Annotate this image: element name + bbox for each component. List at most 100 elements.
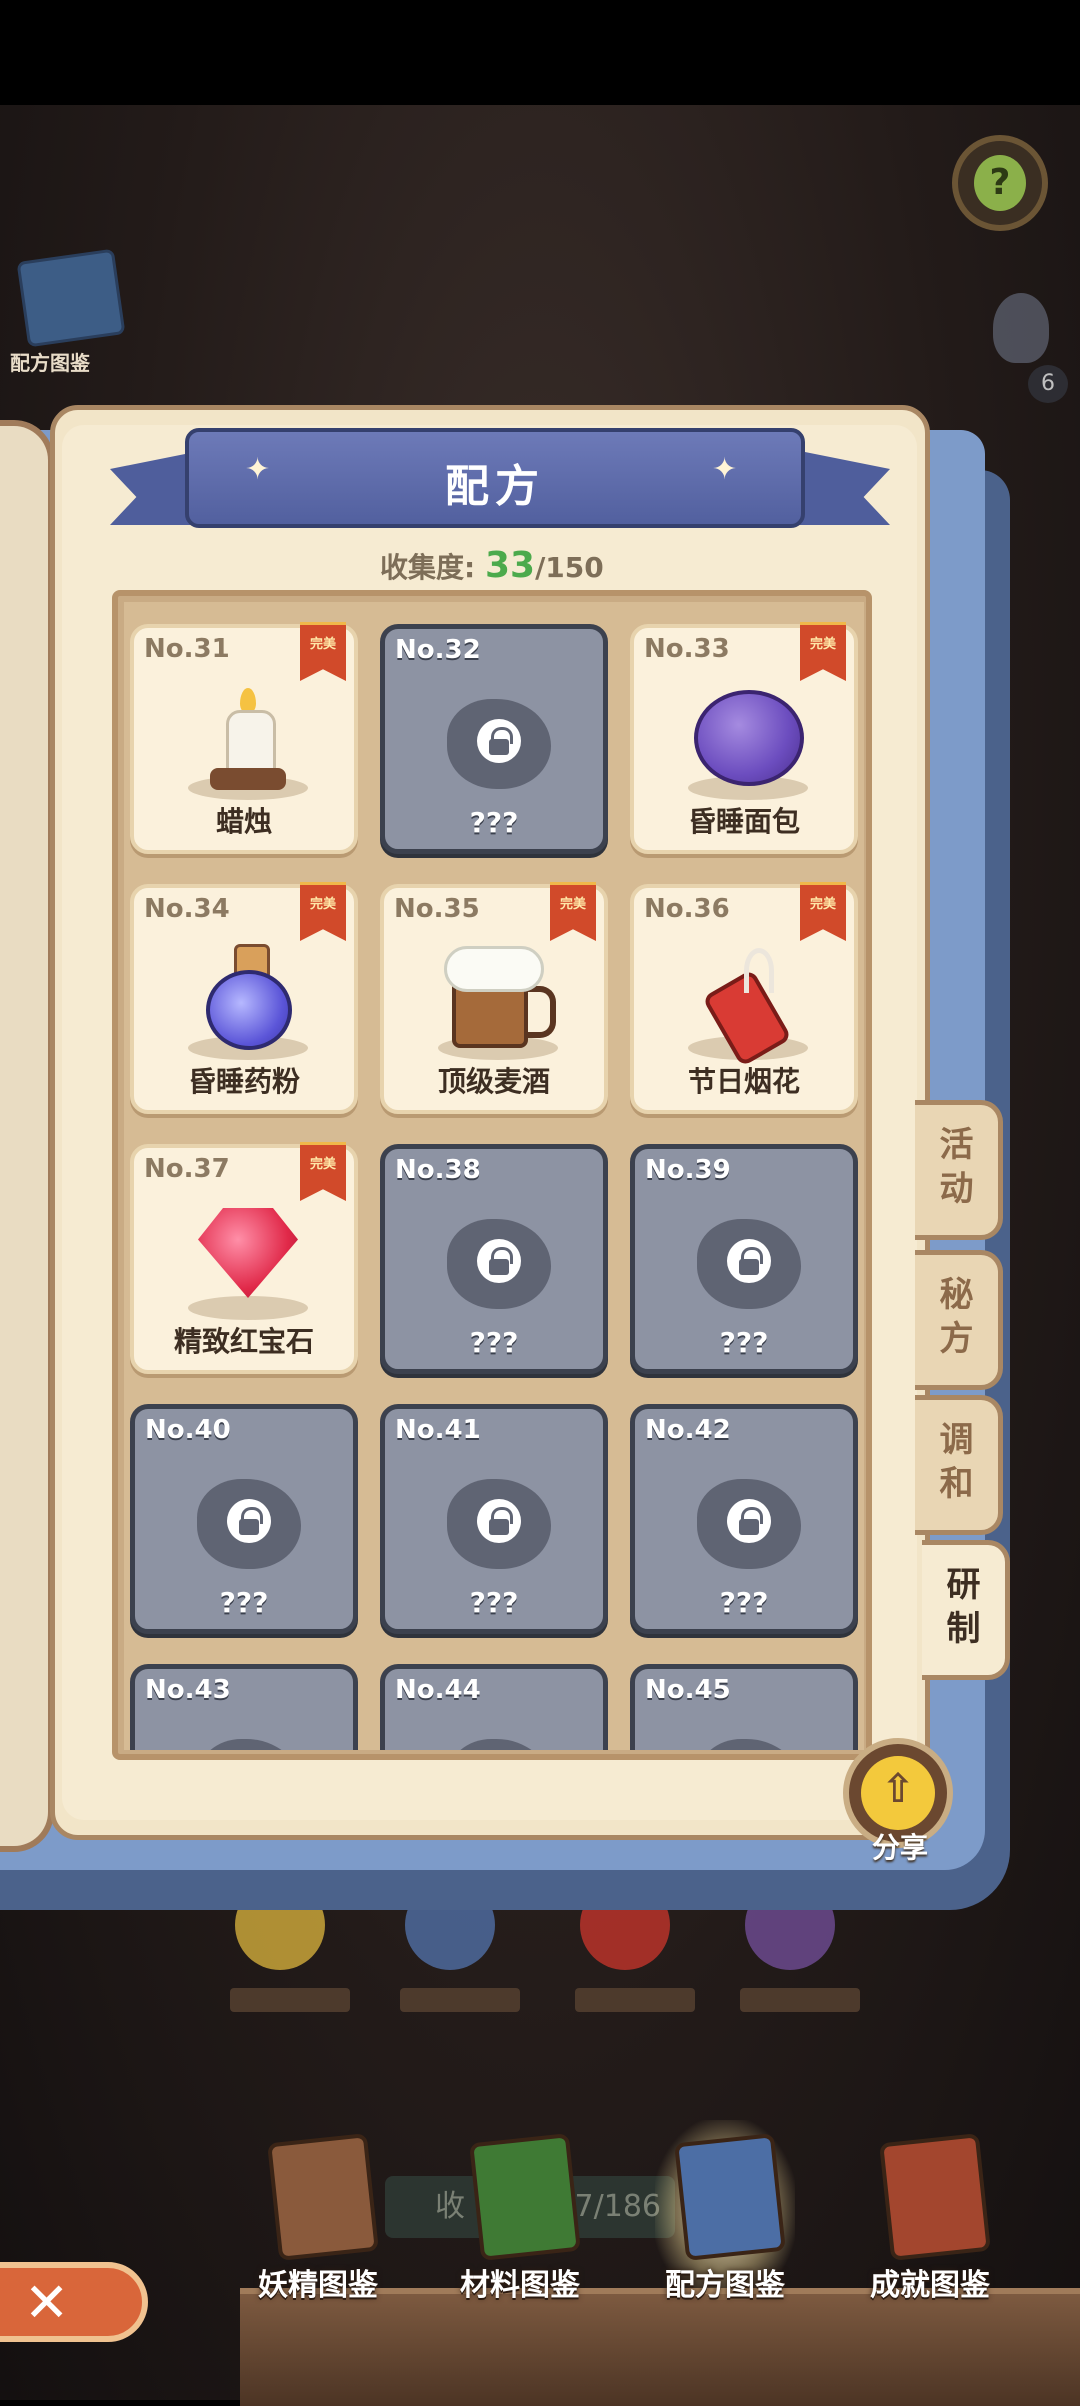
recipe-card[interactable]: 完美 No.31 蜡烛: [130, 622, 358, 854]
recipe-number: No.43: [145, 1675, 231, 1705]
nav-label: 成就图鉴: [870, 2268, 990, 2303]
recipe-card[interactable]: 完美 No.35 顶级麦酒: [380, 882, 608, 1114]
tab-develop[interactable]: 研制: [922, 1540, 1010, 1680]
silhouette-icon: [197, 1739, 301, 1750]
recipe-card[interactable]: 完美 No.37 精致红宝石: [130, 1142, 358, 1374]
nav-label: 配方图鉴: [665, 2268, 785, 2303]
shelf-pot: [400, 1988, 520, 2012]
recipe-book-shortcut[interactable]: 配方图鉴: [10, 248, 126, 375]
recipe-card[interactable]: 完美 No.36 节日烟花: [630, 882, 858, 1114]
fairy-book-icon: [267, 2133, 379, 2261]
recipe-card-locked[interactable]: No.43: [130, 1664, 358, 1750]
sleep-bread-icon: [694, 690, 804, 786]
book-icon: [16, 248, 126, 348]
recipe-book-shortcut-label: 配方图鉴: [10, 351, 90, 375]
tab-secret-recipe[interactable]: 秘方: [915, 1250, 1003, 1390]
silhouette-icon: [697, 1739, 801, 1750]
collection-label: 收集度:: [380, 551, 476, 584]
hint-button[interactable]: 6: [958, 285, 1068, 405]
sprout-icon: ?: [974, 155, 1026, 211]
book-left-page: [0, 420, 54, 1852]
nav-fairy-book[interactable]: 妖精图鉴: [243, 2130, 393, 2303]
sleep-powder-potion-icon: [204, 944, 294, 1054]
perfect-badge: 完美: [800, 622, 846, 681]
tab-label: 秘方: [939, 1275, 974, 1359]
material-book-icon: [469, 2133, 581, 2261]
perfect-badge: 完美: [550, 882, 596, 941]
recipe-number: No.45: [645, 1675, 731, 1705]
page-title: 配方: [445, 461, 545, 512]
perfect-badge: 完美: [300, 1142, 346, 1201]
tab-label: 调和: [939, 1420, 974, 1504]
collection-total: /150: [535, 551, 604, 584]
recipe-name: ???: [219, 1586, 269, 1619]
recipe-name: ???: [469, 806, 519, 839]
recipe-card-locked[interactable]: No.40???: [130, 1404, 358, 1634]
recipe-name: 精致红宝石: [173, 1325, 314, 1358]
recipe-name: 节日烟花: [687, 1065, 800, 1098]
recipe-name: 昏睡面包: [687, 805, 800, 838]
recipe-card-locked[interactable]: No.42???: [630, 1404, 858, 1634]
recipe-card-locked[interactable]: No.44: [380, 1664, 608, 1750]
recipe-name: ???: [719, 1326, 769, 1359]
nav-recipe-book[interactable]: 配方图鉴: [650, 2120, 800, 2303]
recipe-grid-scroll[interactable]: 完美 No.31 蜡烛 No.32??? 完美 No.33 昏睡面包 完美 No.34 昏睡药粉完…: [124, 602, 864, 1750]
recipe-number: No.41: [395, 1415, 481, 1445]
recipe-number: No.34: [144, 894, 230, 924]
recipe-card-locked[interactable]: No.45: [630, 1664, 858, 1750]
recipe-book-icon: [674, 2133, 786, 2261]
nav-achievement-book[interactable]: 成就图鉴: [855, 2130, 1005, 2303]
recipe-number: No.42: [645, 1415, 731, 1445]
firework-icon: [701, 948, 794, 1068]
lock-icon: [227, 1499, 271, 1543]
lock-icon: [727, 1239, 771, 1283]
bottom-shelf: [240, 2288, 1080, 2406]
tab-label: 活动: [939, 1125, 974, 1209]
close-button[interactable]: ✕: [0, 2262, 148, 2342]
recipe-card[interactable]: 完美 No.34 昏睡药粉: [130, 882, 358, 1114]
nav-label: 材料图鉴: [460, 2268, 580, 2303]
lock-icon: [477, 1499, 521, 1543]
recipe-number: No.38: [395, 1155, 481, 1185]
recipe-card-locked[interactable]: No.41???: [380, 1404, 608, 1634]
recipe-name: 顶级麦酒: [437, 1065, 550, 1098]
lock-icon: [477, 719, 521, 763]
recipe-card-locked[interactable]: No.38???: [380, 1144, 608, 1374]
recipe-name: 昏睡药粉: [187, 1065, 300, 1098]
recipe-name: ???: [469, 1326, 519, 1359]
collection-count: 33: [484, 545, 536, 586]
recipe-name: ???: [469, 1586, 519, 1619]
nav-material-book[interactable]: 材料图鉴: [445, 2130, 595, 2303]
share-label: 分享: [871, 1831, 928, 1864]
recipe-number: No.31: [144, 634, 230, 664]
perfect-badge: 完美: [300, 622, 346, 681]
ruby-icon: [198, 1208, 298, 1298]
tab-blend[interactable]: 调和: [915, 1395, 1003, 1535]
tab-activity[interactable]: 活动: [915, 1100, 1003, 1240]
ale-mug-icon: [444, 946, 556, 1050]
recipe-name: ???: [719, 1586, 769, 1619]
perfect-badge: 完美: [800, 882, 846, 941]
recipe-name: 蜡烛: [215, 805, 272, 838]
status-bar-area: [0, 0, 1080, 105]
shelf-pot: [575, 1988, 695, 2012]
help-button[interactable]: ?: [952, 135, 1048, 231]
recipe-card-locked[interactable]: No.39???: [630, 1144, 858, 1374]
tab-label: 研制: [946, 1565, 981, 1649]
achievement-book-icon: [879, 2133, 991, 2261]
candle-icon: [210, 688, 286, 790]
lock-icon: [477, 1239, 521, 1283]
recipe-number: No.35: [394, 894, 480, 924]
silhouette-icon: [447, 1739, 551, 1750]
close-icon: ✕: [24, 2271, 70, 2334]
recipe-number: No.36: [644, 894, 730, 924]
lock-icon: [727, 1499, 771, 1543]
recipe-number: No.37: [144, 1154, 230, 1184]
recipe-number: No.39: [645, 1155, 731, 1185]
recipe-number: No.32: [395, 635, 481, 665]
item-shadow: [188, 1296, 308, 1320]
lightbulb-icon: [993, 293, 1049, 363]
recipe-card[interactable]: 完美 No.33 昏睡面包: [630, 622, 858, 854]
hint-count: 6: [1028, 365, 1068, 403]
recipe-card-locked[interactable]: No.32???: [380, 624, 608, 854]
